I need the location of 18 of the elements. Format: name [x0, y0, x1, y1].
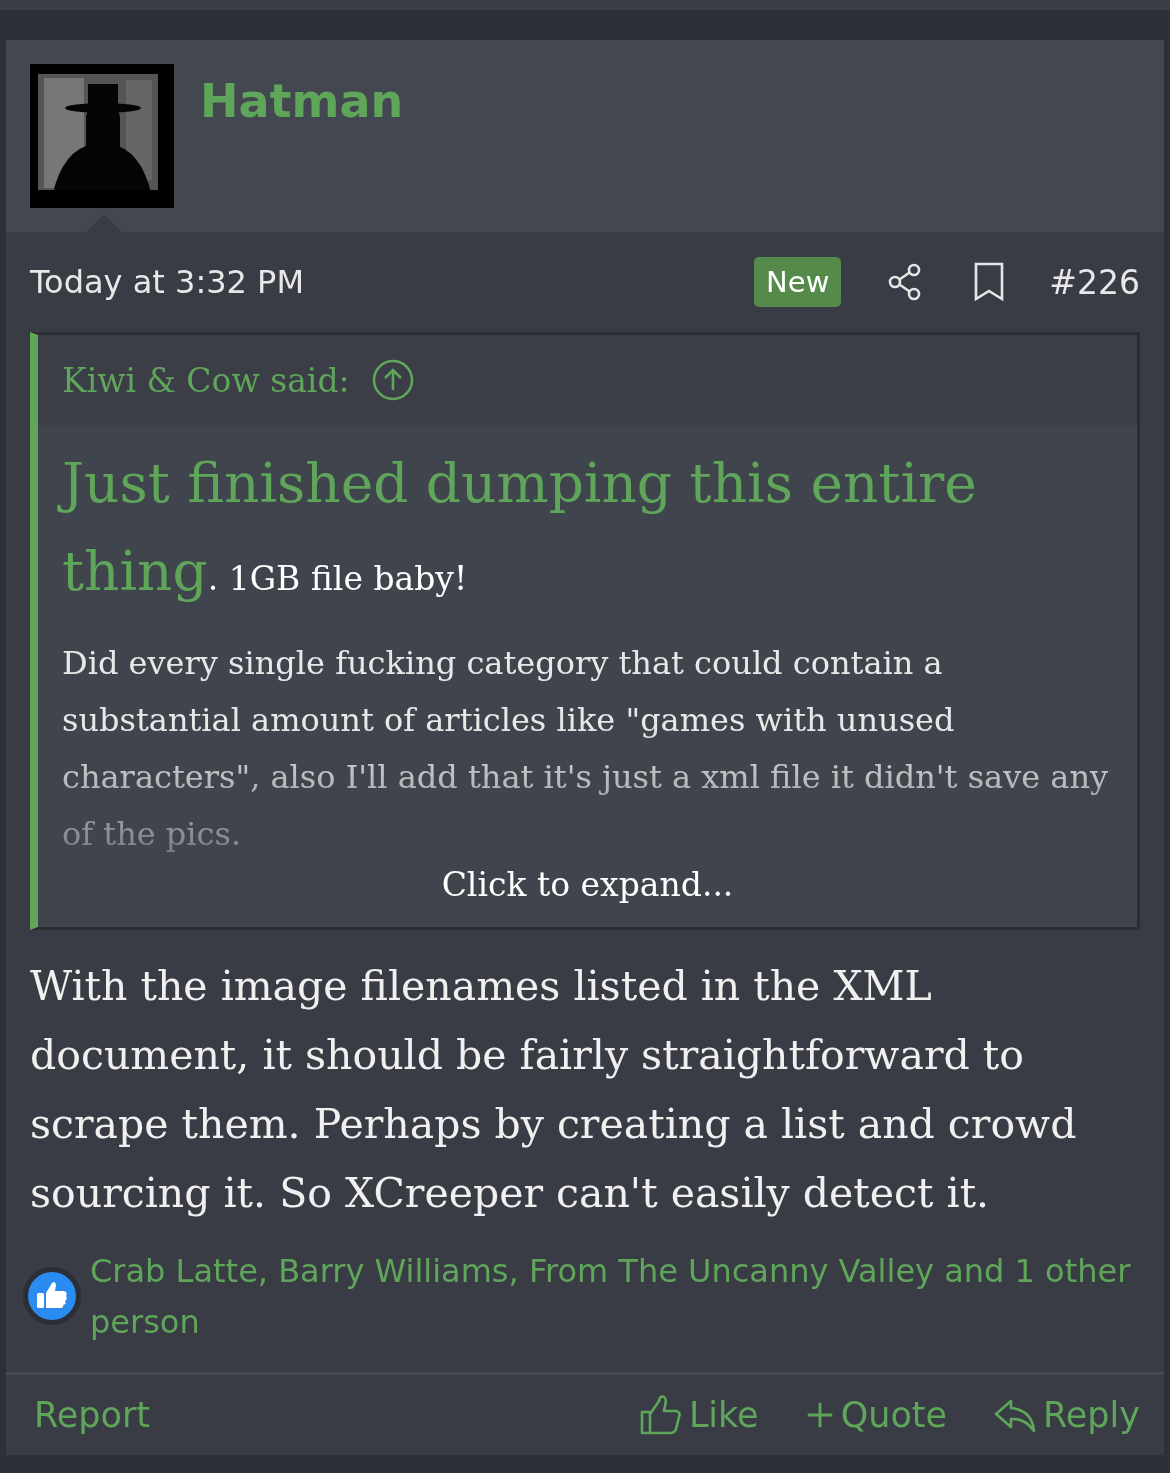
reply-button[interactable]: Reply [993, 1393, 1140, 1437]
quote-button[interactable]: Quote [804, 1395, 948, 1435]
reaction-list[interactable]: Crab Latte, Barry Williams, From The Uncanny Valley and 1 other person [90, 1246, 1140, 1348]
expand-link[interactable]: Click to expand... [441, 865, 734, 904]
author-name[interactable]: Hatman [200, 78, 404, 124]
report-link[interactable]: Report [34, 1395, 151, 1435]
bookmark-icon[interactable] [973, 262, 1006, 302]
arrow-up-icon[interactable] [371, 359, 414, 401]
new-badge: New [754, 257, 842, 307]
quote-text: Just finished dumping this entire thing. 1GB file baby! [54, 433, 1113, 635]
post-text: With the image filenames listed in the XML document, it should be fairly straightforward to scrape them. Perhaps by creating a list and crowd sourcing it. So XCreeper can't easily detect it. [30, 961, 1078, 1219]
like-button[interactable]: Like [638, 1393, 759, 1437]
thumbs-up-icon [22, 1266, 82, 1326]
quote-text: Did every single fucking category that could contain a substantial amount of articles like "games with unused characters", also I'll add that it's just a xml file it didn't save any of the pics. [62, 643, 1110, 855]
thumbs-up-icon [638, 1393, 683, 1437]
quote-attribution: Kiwi & Cow said: [62, 360, 350, 400]
post-date[interactable]: Today at 3:32 PM [30, 263, 304, 301]
post-number[interactable]: #226 [1049, 262, 1140, 302]
